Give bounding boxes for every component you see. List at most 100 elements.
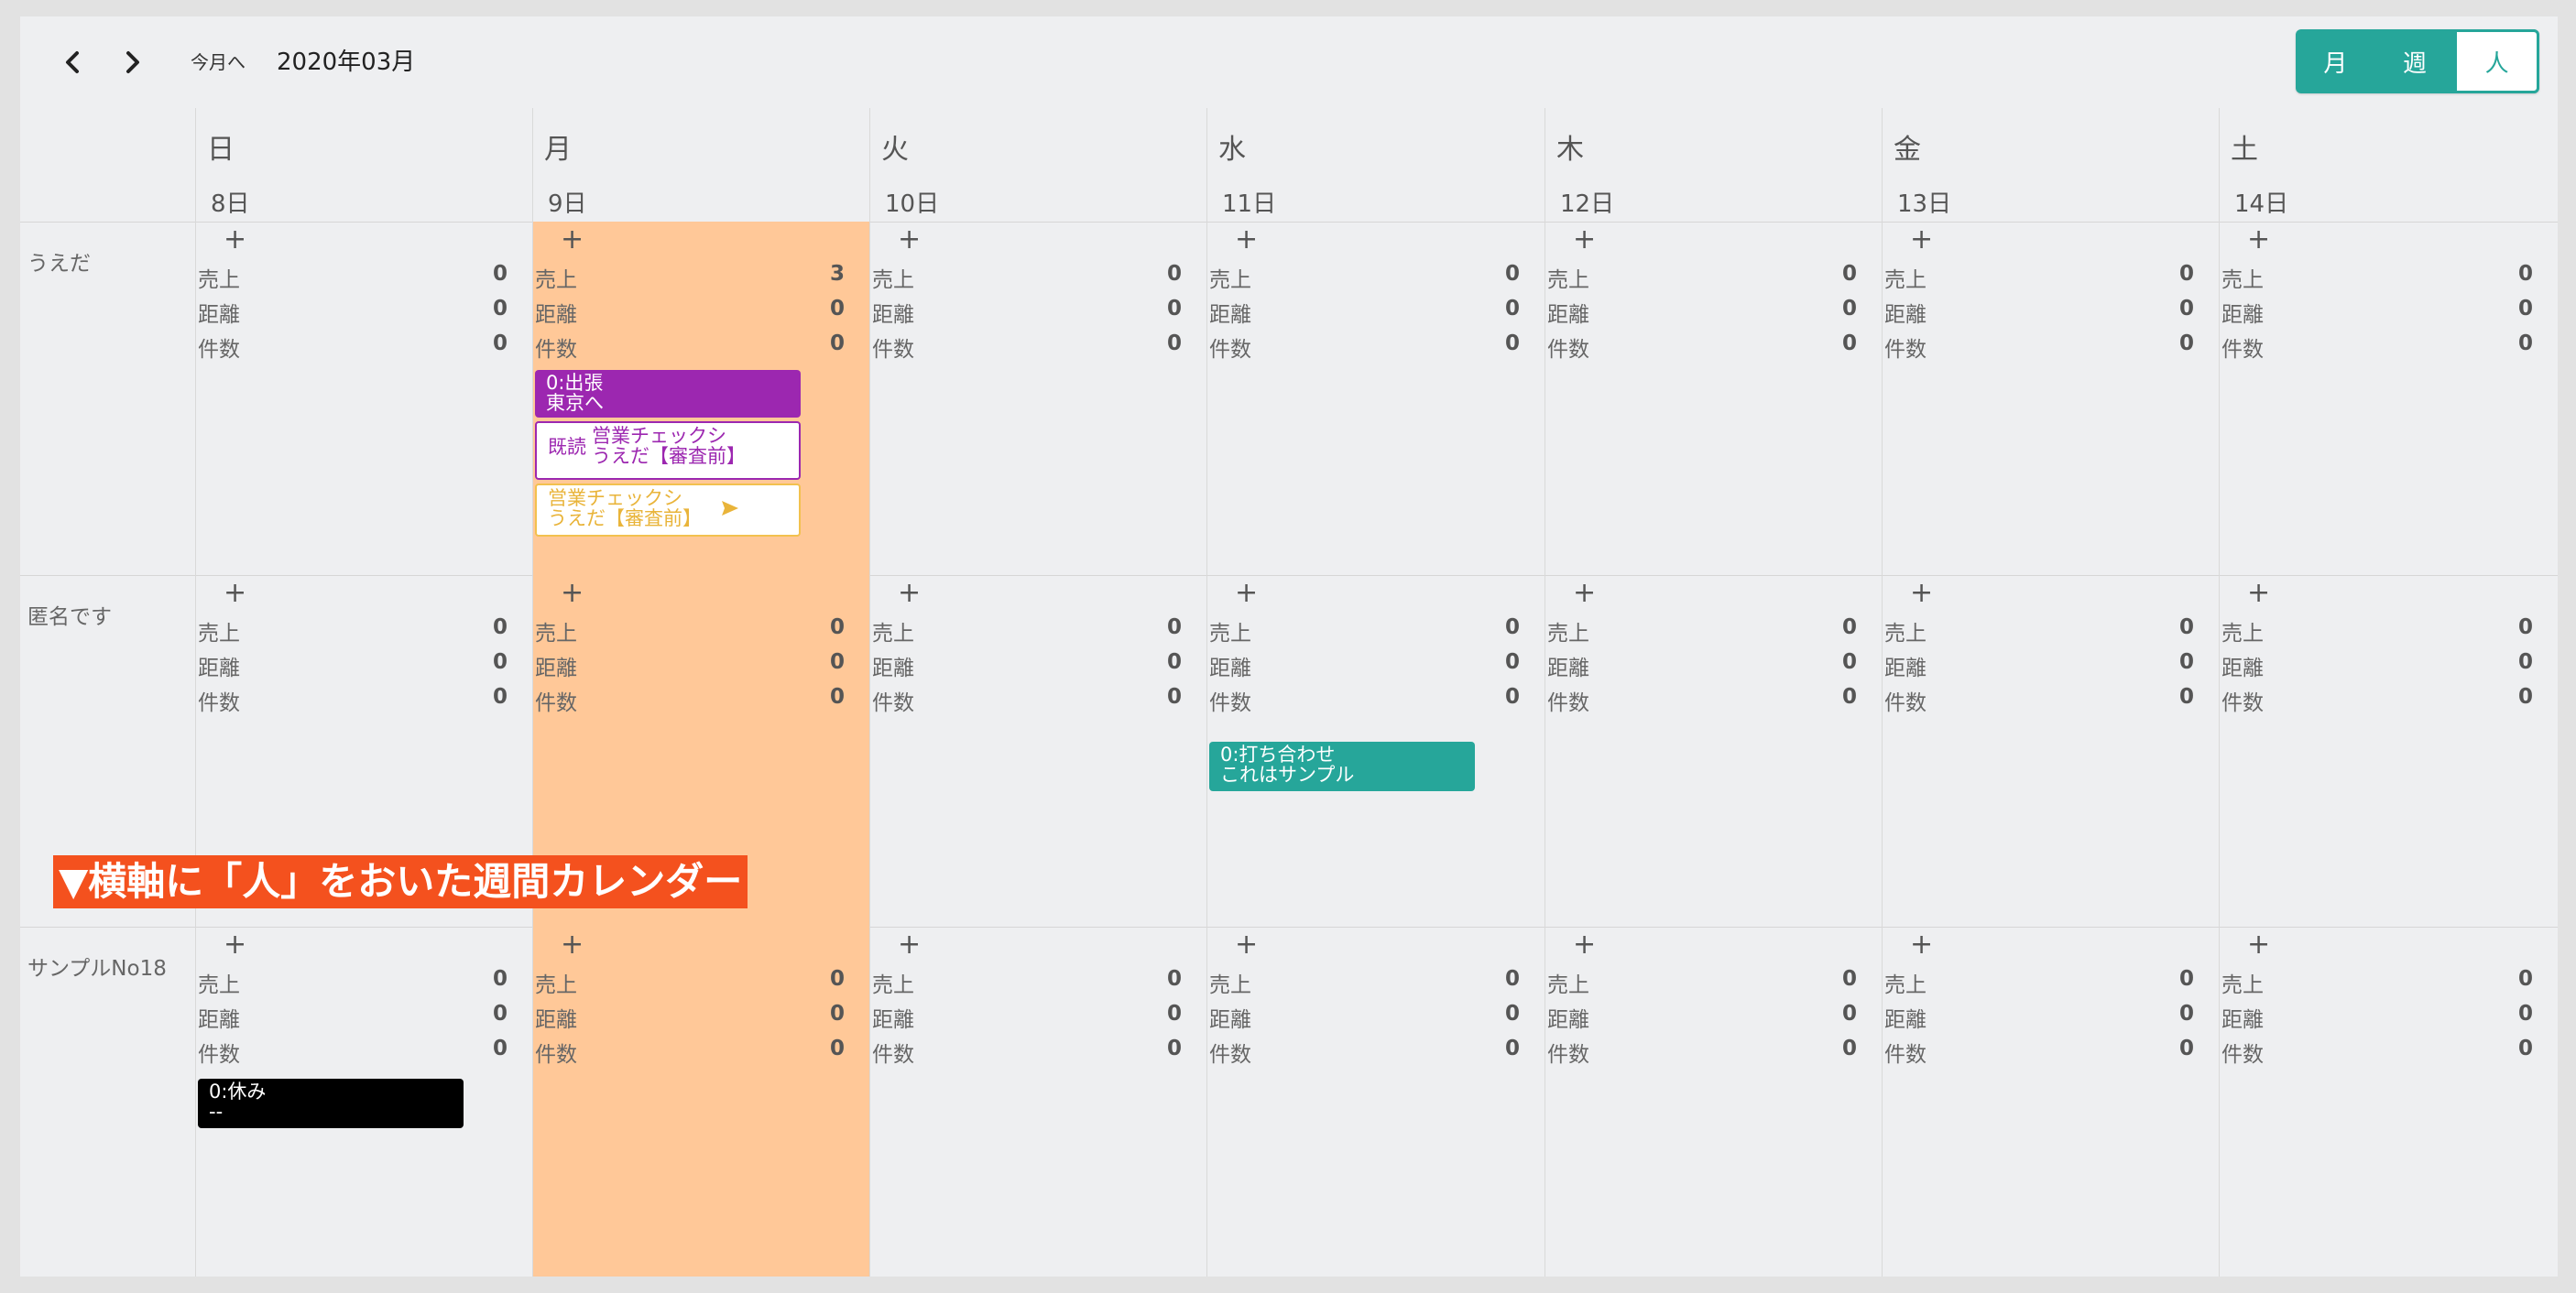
- metric-value: 0: [1166, 297, 1182, 321]
- event-chip[interactable]: 0:打ち合わせ これはサンプル: [1209, 742, 1475, 791]
- event-line1: 0:打ち合わせ: [1220, 744, 1336, 766]
- metric-value: 0: [1841, 967, 1857, 991]
- day-cell[interactable]: + 売上 0 距離 0 件数 0: [2219, 222, 2558, 575]
- day-cell[interactable]: + 売上 0 距離 0 件数 0: [1882, 575, 2220, 927]
- day-cell[interactable]: + 売上 0 距離 0 件数 0: [869, 927, 1207, 1277]
- metric-value: 0: [1166, 615, 1182, 639]
- metric-value: 3: [829, 262, 845, 286]
- day-of-week: 水: [1218, 134, 1246, 166]
- metric-row: 距離 0: [196, 996, 508, 1032]
- metric-label: 距離: [1547, 657, 1589, 680]
- add-event-button[interactable]: +: [1235, 929, 1258, 962]
- day-cell[interactable]: + 売上 0 距離 0 件数 0: [1545, 927, 1883, 1277]
- metric-value: 0: [492, 331, 508, 355]
- metric-label: 売上: [535, 622, 577, 646]
- add-event-button[interactable]: +: [224, 929, 246, 962]
- day-cell[interactable]: + 売上 0 距離 0 件数 0: [1545, 222, 1883, 575]
- metric-value: 0: [1166, 650, 1182, 674]
- add-event-button[interactable]: +: [224, 223, 246, 256]
- day-cell[interactable]: + 売上 0 距離 0 件数 0: [1882, 927, 2220, 1277]
- metric-label: 距離: [1209, 303, 1251, 327]
- add-event-button[interactable]: +: [2247, 577, 2270, 610]
- next-button[interactable]: [110, 40, 154, 84]
- metric-row: 件数 0: [1545, 679, 1857, 715]
- add-event-button[interactable]: +: [1573, 223, 1596, 256]
- metric-row: 売上 3: [533, 256, 845, 292]
- add-event-button[interactable]: +: [561, 577, 584, 610]
- prev-button[interactable]: [51, 40, 95, 84]
- day-cell[interactable]: + 売上 0 距離 0 件数 0 0:打ち合わせ これはサンプル: [1206, 575, 1545, 927]
- event-line2: --: [209, 1101, 224, 1123]
- day-header: 金 13日: [1882, 108, 2220, 222]
- add-event-button[interactable]: +: [1910, 223, 1933, 256]
- metric-row: 距離 0: [870, 291, 1182, 327]
- add-event-button[interactable]: +: [1910, 577, 1933, 610]
- add-event-button[interactable]: +: [1573, 929, 1596, 962]
- metric-label: 距離: [535, 657, 577, 680]
- metric-value: 0: [829, 685, 845, 709]
- toolbar: 今月へ 2020年03月 月 週 人: [20, 16, 2558, 108]
- metric-label: 売上: [1884, 622, 1927, 646]
- metric-row: 売上 0: [1883, 962, 2194, 997]
- add-event-button[interactable]: +: [898, 223, 921, 256]
- metric-label: 距離: [535, 1008, 577, 1032]
- day-of-week: 月: [544, 134, 572, 166]
- day-cell[interactable]: + 売上 0 距離 0 件数 0: [195, 222, 533, 575]
- metric-label: 売上: [1547, 622, 1589, 646]
- metric-value: 0: [2517, 1037, 2533, 1060]
- day-cell[interactable]: + 売上 0 距離 0 件数 0: [532, 927, 870, 1277]
- metric-value: 0: [492, 297, 508, 321]
- view-switch: 月 週 人: [2296, 29, 2539, 93]
- view-person-button[interactable]: 人: [2454, 29, 2539, 93]
- metric-row: 件数 0: [2220, 1031, 2533, 1067]
- day-cell[interactable]: + 売上 0 距離 0 件数 0: [1206, 222, 1545, 575]
- metric-value: 0: [829, 650, 845, 674]
- add-event-button[interactable]: +: [898, 577, 921, 610]
- metric-value: 0: [2517, 262, 2533, 286]
- day-cell[interactable]: + 売上 0 距離 0 件数 0: [2219, 575, 2558, 927]
- event-chip[interactable]: 0:出張 東京へ: [535, 370, 801, 418]
- metric-value: 0: [2178, 685, 2194, 709]
- metric-row: 売上 0: [1207, 962, 1520, 997]
- day-cell[interactable]: + 売上 0 距離 0 件数 0: [869, 222, 1207, 575]
- event-line1: 0:休み: [209, 1081, 267, 1103]
- day-cell[interactable]: + 売上 0 距離 0 件数 0: [869, 575, 1207, 927]
- event-chip[interactable]: 営業チェックシ うえだ【審査前】: [535, 484, 801, 537]
- metric-value: 0: [1504, 650, 1520, 674]
- day-cell[interactable]: + 売上 0 距離 0 件数 0: [1206, 927, 1545, 1277]
- day-cell[interactable]: + 売上 0 距離 0 件数 0: [2219, 927, 2558, 1277]
- add-event-button[interactable]: +: [224, 577, 246, 610]
- metric-value: 0: [492, 1037, 508, 1060]
- metric-label: 件数: [872, 1043, 914, 1067]
- event-chip[interactable]: 既読 営業チェックシ うえだ【審査前】: [535, 421, 801, 480]
- add-event-button[interactable]: +: [1573, 577, 1596, 610]
- metric-value: 0: [2517, 967, 2533, 991]
- day-cell[interactable]: + 売上 0 距離 0 件数 0 0:休み --: [195, 927, 533, 1277]
- person-row: うえだ + 売上 0 距離 0 件数 0 + 売上 3 距離 0 件数 0 0:出張 東京へ 既読 営業チェックシう…: [20, 222, 2558, 576]
- metric-label: 件数: [535, 338, 577, 362]
- add-event-button[interactable]: +: [1235, 577, 1258, 610]
- metric-label: 件数: [1209, 691, 1251, 715]
- day-of-week: 火: [881, 134, 909, 166]
- event-chip[interactable]: 0:休み --: [198, 1079, 464, 1128]
- add-event-button[interactable]: +: [1235, 223, 1258, 256]
- view-month-button[interactable]: 月: [2296, 29, 2375, 93]
- metric-row: 売上 0: [1545, 962, 1857, 997]
- metric-row: 件数 0: [533, 1031, 845, 1067]
- metric-value: 0: [829, 967, 845, 991]
- add-event-button[interactable]: +: [1910, 929, 1933, 962]
- day-cell[interactable]: + 売上 0 距離 0 件数 0: [1545, 575, 1883, 927]
- view-week-button[interactable]: 週: [2375, 29, 2455, 93]
- today-button[interactable]: 今月へ: [191, 49, 246, 75]
- day-date: 8日: [211, 190, 250, 218]
- day-cell[interactable]: + 売上 0 距離 0 件数 0: [1882, 222, 2220, 575]
- day-cell[interactable]: + 売上 3 距離 0 件数 0 0:出張 東京へ 既読 営業チェックシ うえだ【審査前】 営業チェック…: [532, 222, 870, 575]
- add-event-button[interactable]: +: [898, 929, 921, 962]
- add-event-button[interactable]: +: [2247, 223, 2270, 256]
- metric-label: 売上: [198, 268, 240, 292]
- add-event-button[interactable]: +: [561, 223, 584, 256]
- add-event-button[interactable]: +: [2247, 929, 2270, 962]
- add-event-button[interactable]: +: [561, 929, 584, 962]
- day-header: 土 14日: [2219, 108, 2558, 222]
- metric-label: 距離: [2221, 1008, 2264, 1032]
